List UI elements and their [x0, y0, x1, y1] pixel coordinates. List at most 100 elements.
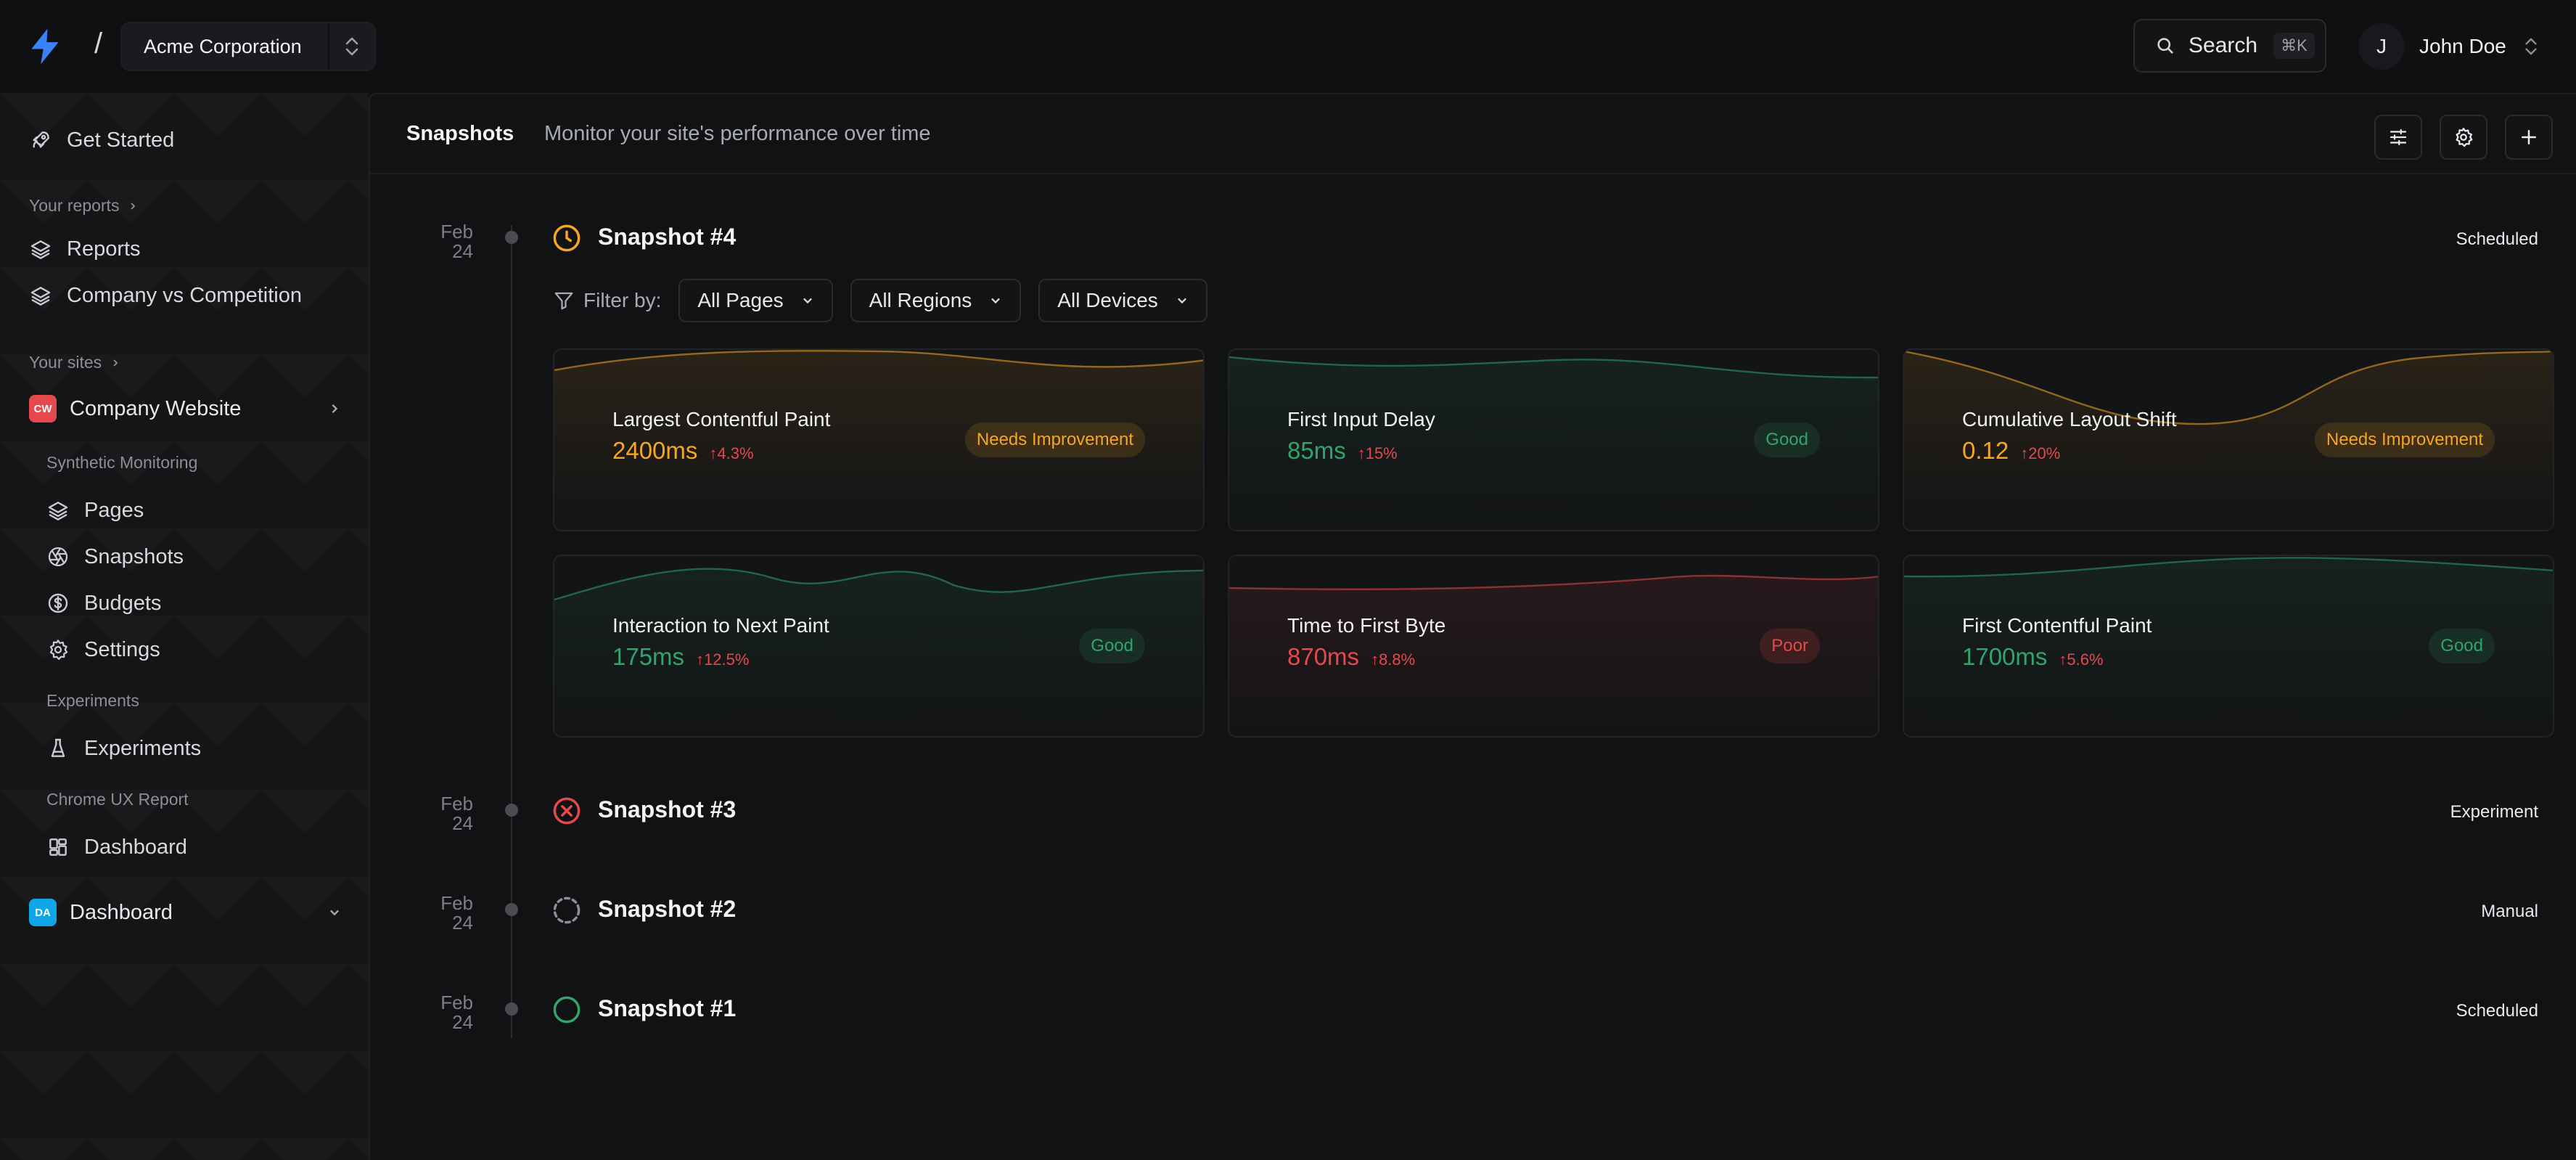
- metric-delta: ↑15%: [1358, 444, 1398, 463]
- metric-name: Time to First Byte: [1287, 614, 1446, 637]
- arrow-up-icon: ↑: [2020, 444, 2029, 462]
- status-badge: Good: [1079, 629, 1145, 663]
- date-month: Feb: [440, 793, 473, 814]
- timeline-dot: [505, 903, 518, 916]
- arrow-up-icon: ↑: [1371, 650, 1379, 669]
- metric-card[interactable]: Interaction to Next Paint 175ms ↑12.5% Good: [553, 555, 1205, 738]
- metric-card[interactable]: First Input Delay 85ms ↑15% Good: [1228, 348, 1879, 531]
- metric-value-row: 2400ms ↑4.3%: [612, 437, 754, 465]
- settings-button[interactable]: [2440, 115, 2487, 160]
- status-badge: Good: [1754, 422, 1820, 457]
- experiments-header: Experiments: [46, 691, 139, 710]
- chevron-right-icon: [110, 358, 120, 368]
- chevron-down-icon[interactable]: [328, 906, 341, 919]
- sidebar-item-budgets[interactable]: Budgets: [46, 585, 161, 621]
- chevron-down-icon: [801, 294, 814, 307]
- regions-filter-select[interactable]: All Regions: [850, 279, 1022, 322]
- delta-value: 20%: [2028, 444, 2061, 462]
- select-value: All Pages: [697, 289, 784, 311]
- snapshot-title[interactable]: Snapshot #3: [598, 796, 736, 823]
- metric-card[interactable]: Cumulative Layout Shift 0.12 ↑20% Needs Imp…: [1903, 348, 2554, 531]
- sidebar-item-reports[interactable]: Reports: [29, 231, 141, 267]
- section-label: Your sites: [29, 353, 102, 372]
- layers-icon: [29, 237, 52, 261]
- sliders-icon: [2387, 126, 2409, 148]
- chevron-right-icon[interactable]: [328, 402, 341, 415]
- filter-bar: Filter by: All Pages All Regions All Dev…: [553, 279, 1225, 322]
- site-badge: DA: [29, 899, 57, 926]
- sidebar-item-label: Settings: [84, 637, 160, 661]
- chevron-down-icon: [989, 294, 1002, 307]
- metric-value-row: 870ms ↑8.8%: [1287, 643, 1415, 671]
- metric-name: Largest Contentful Paint: [612, 408, 831, 430]
- section-label: Your reports: [29, 196, 120, 215]
- search-shortcut: ⌘K: [2273, 33, 2315, 59]
- timeline-line: [511, 225, 512, 1038]
- page-description: Monitor your site's performance over tim…: [544, 122, 931, 145]
- layers-icon: [46, 499, 70, 522]
- date-month: Feb: [440, 221, 473, 242]
- sidebar-item-experiments[interactable]: Experiments: [46, 730, 201, 767]
- chevron-down-icon: [1176, 294, 1189, 307]
- sidebar-item-company-vs-competition[interactable]: Company vs Competition: [29, 277, 302, 314]
- filters-button[interactable]: [2374, 115, 2422, 160]
- metric-name: Interaction to Next Paint: [612, 614, 829, 637]
- sidebar-item-settings[interactable]: Settings: [46, 632, 160, 668]
- metric-delta: ↑5.6%: [2059, 650, 2103, 669]
- pages-filter-select[interactable]: All Pages: [678, 279, 833, 322]
- organization-selector[interactable]: Acme Corporation: [120, 22, 376, 71]
- snapshot-type-badge: Manual: [2481, 902, 2538, 921]
- rocket-icon: [29, 128, 52, 152]
- metric-value-row: 0.12 ↑20%: [1962, 437, 2060, 465]
- metric-value: 2400ms: [612, 437, 698, 464]
- snapshot-title[interactable]: Snapshot #4: [598, 224, 736, 250]
- status-badge: Needs Improvement: [2314, 422, 2495, 457]
- search-button[interactable]: Search ⌘K: [2133, 19, 2326, 73]
- site-company-website[interactable]: CW Company Website: [29, 391, 341, 427]
- sidebar-item-label: Snapshots: [84, 544, 184, 568]
- metric-card[interactable]: Largest Contentful Paint 2400ms ↑4.3% Needs…: [553, 348, 1205, 531]
- avatar: J: [2358, 23, 2405, 70]
- metric-name: Cumulative Layout Shift: [1962, 408, 2177, 430]
- snapshot-title[interactable]: Snapshot #2: [598, 896, 736, 923]
- metric-name: First Input Delay: [1287, 408, 1435, 430]
- bolt-icon[interactable]: [25, 26, 65, 67]
- metric-name: First Contentful Paint: [1962, 614, 2152, 637]
- sidebar-item-label: Dashboard: [84, 835, 187, 859]
- sidebar-item-get-started[interactable]: Get Started: [29, 122, 174, 158]
- timeline-dot: [505, 1002, 518, 1016]
- sidebar-item-label: Reports: [67, 237, 141, 261]
- organization-name: Acme Corporation: [144, 35, 302, 57]
- metric-card[interactable]: First Contentful Paint 1700ms ↑5.6% Good: [1903, 555, 2554, 738]
- site-badge: CW: [29, 395, 57, 422]
- metric-delta: ↑20%: [2020, 444, 2060, 463]
- dollar-circle-icon: [46, 592, 70, 615]
- snapshot-type-badge: Scheduled: [2456, 229, 2538, 249]
- snapshot-date: Feb 24: [412, 993, 473, 1032]
- date-day: 24: [452, 1011, 473, 1033]
- delta-value: 8.8%: [1379, 650, 1416, 669]
- top-bar: / Acme Corporation Search ⌘K J John Doe: [0, 0, 2576, 93]
- gear-icon: [2453, 126, 2474, 148]
- metric-delta: ↑12.5%: [696, 650, 749, 669]
- sidebar-item-pages[interactable]: Pages: [46, 492, 144, 528]
- chevron-up-down-icon[interactable]: [328, 23, 374, 70]
- arrow-up-icon: ↑: [709, 444, 718, 462]
- sidebar-item-dashboard[interactable]: Dashboard: [46, 829, 187, 865]
- user-menu[interactable]: J John Doe: [2358, 22, 2540, 71]
- snapshot-title[interactable]: Snapshot #1: [598, 995, 736, 1022]
- metric-card[interactable]: Time to First Byte 870ms ↑8.8% Poor: [1228, 555, 1879, 738]
- sidebar-item-snapshots[interactable]: Snapshots: [46, 539, 184, 575]
- page-title: Snapshots: [406, 122, 514, 145]
- date-day: 24: [452, 812, 473, 834]
- add-snapshot-button[interactable]: [2505, 115, 2553, 160]
- snapshot-type-badge: Scheduled: [2456, 1001, 2538, 1021]
- sites-section-header[interactable]: Your sites: [29, 353, 120, 372]
- arrow-up-icon: ↑: [696, 650, 705, 669]
- reports-section-header[interactable]: Your reports: [29, 196, 138, 216]
- sidebar-item-label: Pages: [84, 498, 144, 522]
- filter-icon: [553, 290, 575, 311]
- devices-filter-select[interactable]: All Devices: [1038, 279, 1207, 322]
- arrow-up-icon: ↑: [2059, 650, 2067, 669]
- site-dashboard[interactable]: DA Dashboard: [29, 894, 341, 931]
